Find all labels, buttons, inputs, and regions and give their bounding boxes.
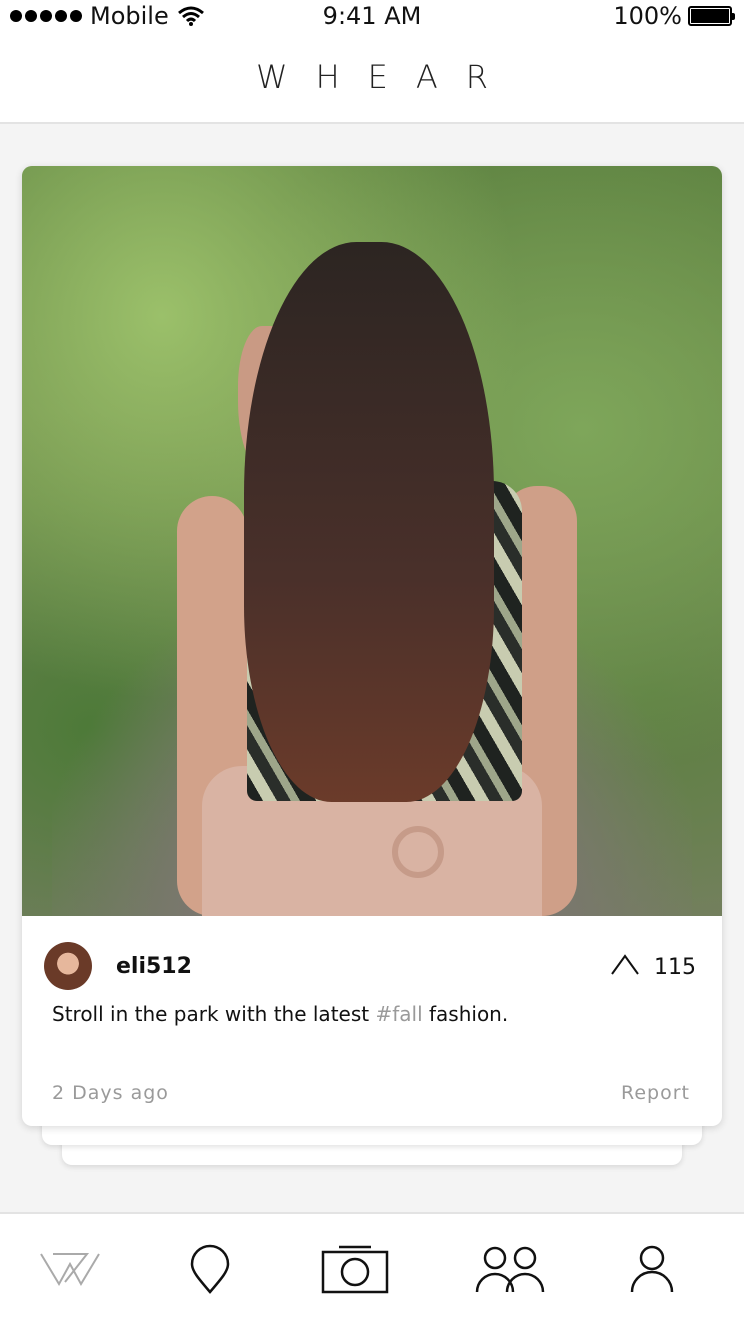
whear-logo-icon xyxy=(40,1253,100,1286)
tab-map[interactable] xyxy=(170,1234,250,1304)
battery-status: 100% xyxy=(613,2,735,30)
battery-percent: 100% xyxy=(613,2,682,30)
upvote-count: 115 xyxy=(654,955,696,980)
tab-camera[interactable] xyxy=(315,1234,395,1304)
photo-figure-hair xyxy=(244,242,494,802)
post-username[interactable]: eli512 xyxy=(116,954,192,979)
battery-icon xyxy=(688,6,735,26)
app-header: WHEAR xyxy=(0,30,744,124)
caption-text: fashion. xyxy=(422,1002,509,1026)
post-meta: eli512 115 Stroll in the park with the l… xyxy=(22,916,722,1126)
camera-icon xyxy=(321,1245,389,1294)
post-photo[interactable] xyxy=(22,166,722,916)
post-timestamp: 2 Days ago xyxy=(52,1082,169,1104)
location-pin-icon xyxy=(190,1244,230,1294)
tab-bar xyxy=(0,1212,744,1328)
post-caption: Stroll in the park with the latest #fall… xyxy=(52,1002,508,1026)
profile-icon xyxy=(630,1245,674,1293)
avatar[interactable] xyxy=(44,942,92,990)
tab-friends[interactable] xyxy=(470,1234,550,1304)
photo-figure-bow xyxy=(392,826,444,878)
friends-icon xyxy=(475,1246,545,1293)
tab-home[interactable] xyxy=(30,1234,110,1304)
upvote-icon[interactable] xyxy=(610,952,640,976)
app-title: WHEAR xyxy=(255,58,517,96)
status-bar: Mobile 9:41 AM 100% xyxy=(0,0,744,30)
caption-text: Stroll in the park with the latest xyxy=(52,1002,376,1026)
report-button[interactable]: Report xyxy=(621,1082,690,1104)
tab-profile[interactable] xyxy=(612,1234,692,1304)
post-card[interactable]: eli512 115 Stroll in the park with the l… xyxy=(22,166,722,1126)
hashtag-link[interactable]: #fall xyxy=(375,1002,422,1026)
